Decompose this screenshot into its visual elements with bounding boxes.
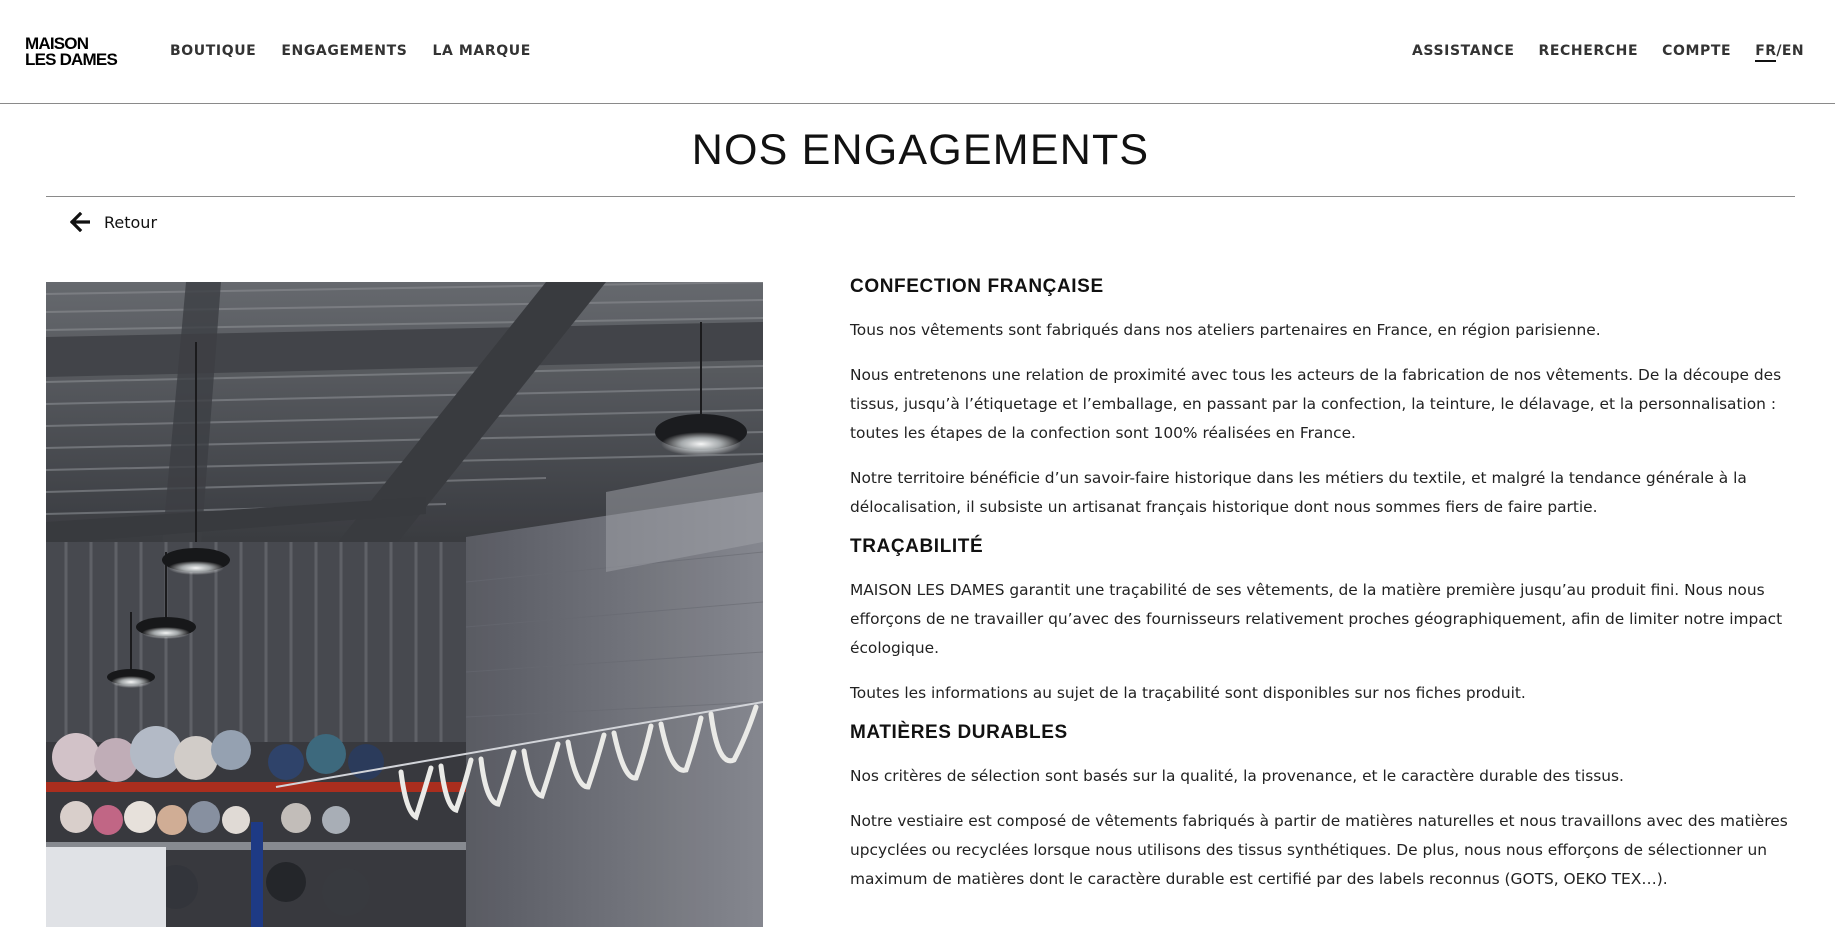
lang-fr[interactable]: FR xyxy=(1755,43,1777,62)
lang-en[interactable]: EN xyxy=(1782,43,1804,59)
logo-line-2: LES DAMES xyxy=(25,50,118,69)
nav-recherche[interactable]: RECHERCHE xyxy=(1539,43,1639,59)
section-paragraph: MAISON LES DAMES garantit une traçabilit… xyxy=(850,581,1783,657)
section-paragraph: Nos critères de sélection sont basés sur… xyxy=(850,767,1624,785)
page-title: NOS ENGAGEMENTS xyxy=(691,126,1150,174)
section-tracabilite: TRAÇABILITÉ MAISON LES DAMES garantit un… xyxy=(850,536,1795,708)
brand-logo[interactable]: MAISON LES DAMES xyxy=(25,35,118,69)
section-heading: MATIÈRES DURABLES xyxy=(850,722,1068,743)
language-switcher: FR/EN xyxy=(1755,43,1804,62)
nav-compte[interactable]: COMPTE xyxy=(1662,43,1731,59)
section-paragraph: Tous nos vêtements sont fabriqués dans n… xyxy=(850,321,1601,339)
section-paragraph: Toutes les informations au sujet de la t… xyxy=(850,684,1526,702)
workshop-photo xyxy=(46,282,763,927)
title-divider xyxy=(46,196,1795,197)
section-paragraph: Notre territoire bénéficie d’un savoir-f… xyxy=(850,469,1747,516)
nav-la-marque[interactable]: LA MARQUE xyxy=(432,43,530,59)
arrow-left-icon xyxy=(70,212,90,232)
section-heading: TRAÇABILITÉ xyxy=(850,536,984,557)
main-nav: BOUTIQUE ENGAGEMENTS LA MARQUE xyxy=(170,43,531,59)
back-label: Retour xyxy=(104,212,158,232)
engagements-content: CONFECTION FRANÇAISE Tous nos vêtements … xyxy=(850,276,1795,910)
section-paragraph: Nous entretenons une relation de proximi… xyxy=(850,366,1782,442)
site-header: MAISON LES DAMES BOUTIQUE ENGAGEMENTS LA… xyxy=(0,0,1835,104)
nav-engagements[interactable]: ENGAGEMENTS xyxy=(281,43,407,59)
section-confection: CONFECTION FRANÇAISE Tous nos vêtements … xyxy=(850,276,1795,522)
back-link[interactable]: Retour xyxy=(70,212,157,232)
section-heading: CONFECTION FRANÇAISE xyxy=(850,276,1104,297)
nav-assistance[interactable]: ASSISTANCE xyxy=(1412,43,1515,59)
nav-boutique[interactable]: BOUTIQUE xyxy=(170,43,256,59)
section-matieres: MATIÈRES DURABLES Nos critères de sélect… xyxy=(850,722,1795,894)
section-paragraph: Notre vestiaire est composé de vêtements… xyxy=(850,812,1788,888)
utility-nav: ASSISTANCE RECHERCHE COMPTE FR/EN xyxy=(1412,43,1804,62)
